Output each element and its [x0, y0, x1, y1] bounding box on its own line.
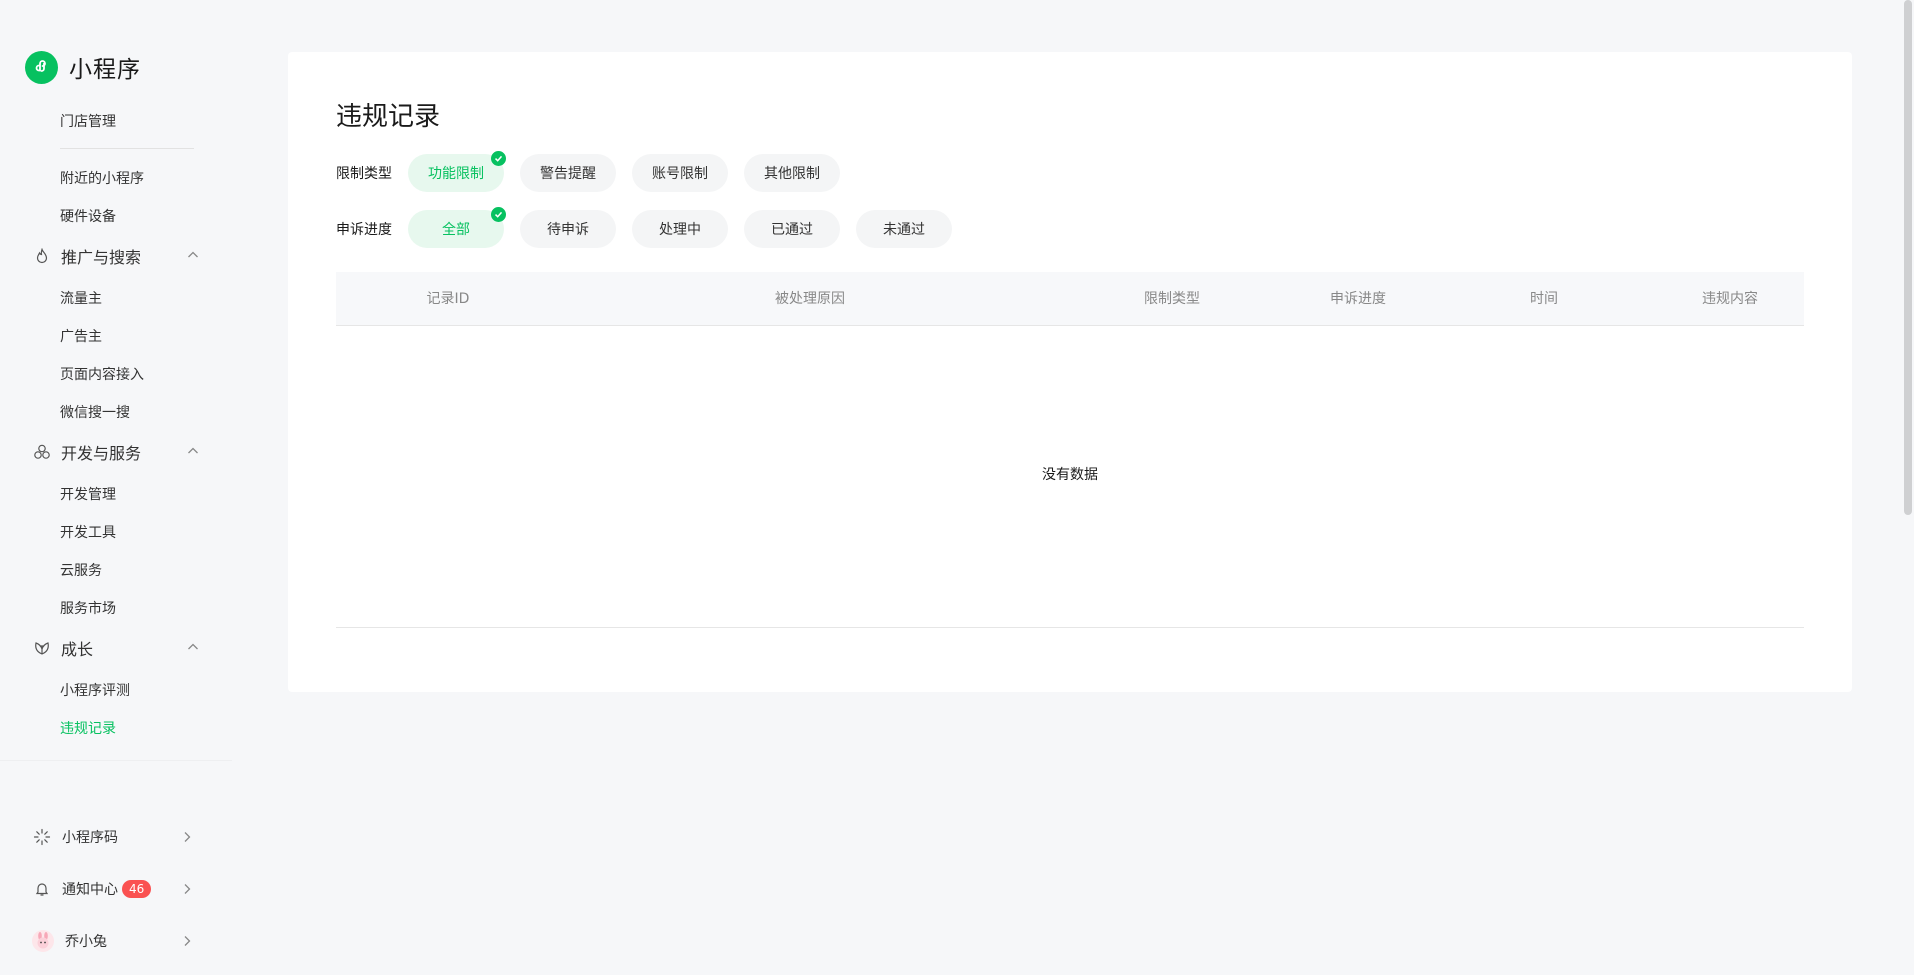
- sidebar-item-notification-center[interactable]: 通知中心 46: [32, 876, 194, 902]
- column-header-record-id: 记录ID: [426, 291, 470, 307]
- empty-state-text: 没有数据: [1042, 467, 1098, 483]
- sidebar-item-hardware-devices[interactable]: 硬件设备: [60, 206, 116, 226]
- sidebar-item-wechat-search[interactable]: 微信搜一搜: [60, 402, 130, 422]
- sidebar-item-label: 乔小兔: [65, 934, 107, 950]
- sidebar-bottom-divider: [0, 760, 232, 761]
- sidebar-divider: [60, 148, 194, 149]
- sidebar-item-advertiser[interactable]: 广告主: [60, 326, 102, 346]
- sidebar-item-user-account[interactable]: 乔小兔: [32, 928, 194, 954]
- column-header-time: 时间: [1530, 291, 1558, 307]
- sidebar-item-page-content-access[interactable]: 页面内容接入: [60, 364, 144, 384]
- brand[interactable]: 小程序: [25, 50, 141, 84]
- sidebar-item-label: 通知中心: [62, 882, 118, 898]
- sidebar-group-growth[interactable]: 成长: [32, 637, 200, 659]
- sidebar-item-mini-program-code[interactable]: 小程序码: [32, 824, 194, 850]
- sidebar-item-service-market[interactable]: 服务市场: [60, 598, 116, 618]
- sidebar-group-dev-services[interactable]: 开发与服务: [32, 441, 200, 463]
- filter-row-appeal-progress: 申诉进度 全部 待申诉 处理中 已通过 未通过: [336, 207, 968, 248]
- chevron-right-icon: [180, 933, 194, 952]
- filter-label: 申诉进度: [336, 222, 392, 238]
- notification-count-badge: 46: [122, 880, 152, 898]
- sidebar: 小程序 门店管理 附近的小程序 硬件设备 推广与搜索 流量主 广告主 页面内容接…: [0, 0, 232, 975]
- sidebar-item-violation-records[interactable]: 违规记录: [60, 718, 116, 738]
- filter-chip-account-restriction[interactable]: 账号限制: [632, 154, 728, 192]
- chip-label: 待申诉: [547, 222, 589, 238]
- filter-chip-other-restriction[interactable]: 其他限制: [744, 154, 840, 192]
- column-header-reason: 被处理原因: [775, 291, 845, 307]
- chevron-right-icon: [180, 829, 194, 848]
- column-header-appeal-progress: 申诉进度: [1330, 291, 1386, 307]
- chevron-up-icon: [186, 443, 200, 462]
- chip-label: 功能限制: [428, 166, 484, 182]
- sidebar-item-store-management[interactable]: 门店管理: [60, 111, 116, 131]
- table-header: 记录ID 被处理原因 限制类型 申诉进度 时间 违规内容: [336, 272, 1804, 326]
- filter-chip-pending-appeal[interactable]: 待申诉: [520, 210, 616, 248]
- chip-label: 其他限制: [764, 166, 820, 182]
- mini-program-logo-icon: [25, 50, 58, 84]
- page-scrollbar[interactable]: [1900, 0, 1914, 975]
- scrollbar-thumb[interactable]: [1904, 0, 1912, 515]
- sidebar-item-label: 小程序码: [62, 830, 118, 846]
- sidebar-group-promotion-search[interactable]: 推广与搜索: [32, 245, 200, 267]
- chip-label: 账号限制: [652, 166, 708, 182]
- brand-title: 小程序: [69, 57, 141, 83]
- chip-label: 已通过: [771, 222, 813, 238]
- filter-chip-approved[interactable]: 已通过: [744, 210, 840, 248]
- chip-label: 全部: [442, 222, 470, 238]
- sidebar-group-label: 成长: [61, 640, 94, 659]
- avatar-icon: [32, 930, 54, 952]
- filter-row-restriction-type: 限制类型 功能限制 警告提醒 账号限制 其他限制: [336, 151, 856, 192]
- sidebar-item-nearby-mini-programs[interactable]: 附近的小程序: [60, 168, 144, 188]
- filter-chip-all[interactable]: 全部: [408, 207, 506, 248]
- sidebar-item-cloud-service[interactable]: 云服务: [60, 560, 102, 580]
- sparkle-icon: [32, 828, 51, 847]
- chip-label: 未通过: [883, 222, 925, 238]
- bell-icon: [32, 880, 51, 899]
- filter-chip-warning[interactable]: 警告提醒: [520, 154, 616, 192]
- violation-records-table: 记录ID 被处理原因 限制类型 申诉进度 时间 违规内容 没有数据: [336, 272, 1804, 628]
- chevron-right-icon: [180, 881, 194, 900]
- chip-label: 警告提醒: [540, 166, 596, 182]
- cluster-icon: [32, 443, 51, 462]
- sidebar-item-mini-program-review[interactable]: 小程序评测: [60, 680, 130, 700]
- fire-icon: [32, 247, 51, 266]
- sidebar-group-label: 开发与服务: [61, 444, 142, 463]
- growth-icon: [32, 639, 51, 658]
- check-icon: [491, 207, 506, 222]
- chevron-up-icon: [186, 247, 200, 266]
- chevron-up-icon: [186, 639, 200, 658]
- column-header-restriction-type: 限制类型: [1144, 291, 1200, 307]
- chip-label: 处理中: [659, 222, 701, 238]
- page-title: 违规记录: [336, 102, 441, 132]
- sidebar-item-dev-tools[interactable]: 开发工具: [60, 522, 116, 542]
- filter-chip-function-restriction[interactable]: 功能限制: [408, 151, 506, 192]
- filter-chip-rejected[interactable]: 未通过: [856, 210, 952, 248]
- main-card: 违规记录 限制类型 功能限制 警告提醒 账号限制 其他限制 申诉进度 全部 待申…: [288, 52, 1852, 692]
- filter-label: 限制类型: [336, 166, 392, 182]
- check-icon: [491, 151, 506, 166]
- filter-chip-processing[interactable]: 处理中: [632, 210, 728, 248]
- sidebar-group-label: 推广与搜索: [61, 248, 142, 267]
- sidebar-item-dev-management[interactable]: 开发管理: [60, 484, 116, 504]
- column-header-violation-content: 违规内容: [1702, 291, 1758, 307]
- sidebar-item-traffic-owner[interactable]: 流量主: [60, 288, 102, 308]
- table-body: 没有数据: [336, 326, 1804, 628]
